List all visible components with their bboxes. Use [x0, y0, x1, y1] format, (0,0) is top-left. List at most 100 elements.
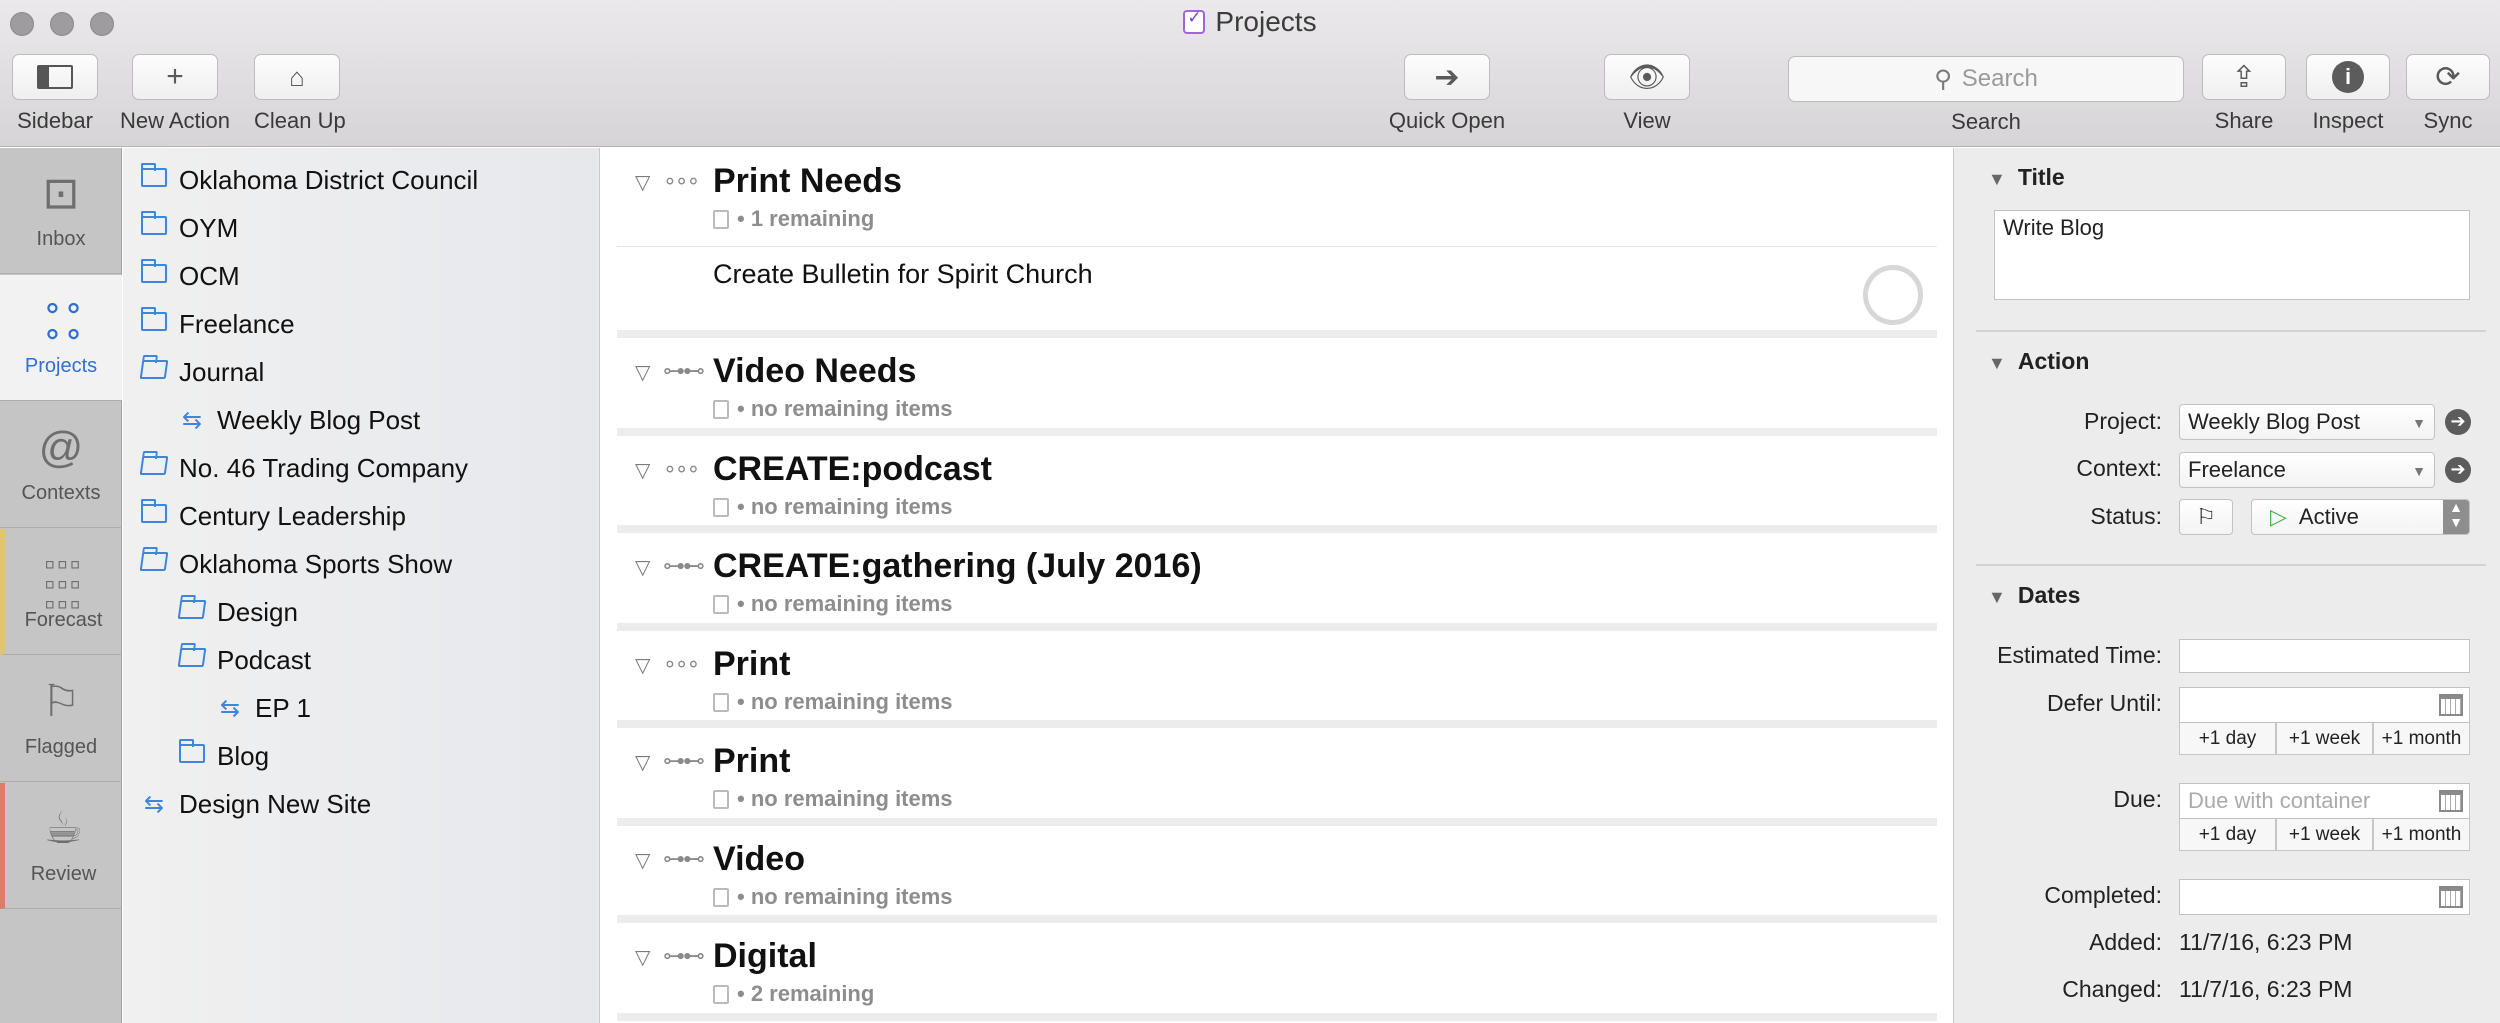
disclosure-triangle-icon[interactable]: ▼ [1988, 353, 2006, 374]
action-title[interactable]: Create Bulletin for Spirit Church [713, 259, 1093, 290]
perspective-contexts[interactable]: @ Contexts [0, 402, 122, 528]
sidebar-item-oym[interactable]: OYM [139, 208, 238, 248]
project-title[interactable]: CREATE:gathering (July 2016) [713, 547, 1202, 586]
project-row[interactable]: ▽ ∘∘∘ CREATE:podcast • no remaining item… [617, 436, 1937, 533]
defer-until-field[interactable] [2179, 687, 2470, 723]
calendar-icon[interactable] [2439, 790, 2463, 812]
note-icon [713, 888, 729, 907]
project-select[interactable]: Weekly Blog Post ▼ [2179, 404, 2435, 440]
search-placeholder: Search [1961, 65, 2038, 92]
new-action[interactable]: + New Action [120, 54, 230, 134]
sidebar-item-journal[interactable]: Journal [139, 352, 264, 392]
share-button[interactable]: ⇪ [2202, 54, 2286, 100]
disclosure-triangle-icon[interactable]: ▽ [635, 750, 650, 775]
action-row[interactable]: Create Bulletin for Spirit Church [617, 246, 1937, 338]
estimated-time-field[interactable] [2179, 639, 2470, 673]
sidebar-item-weekly-blog-post[interactable]: ⇆ Weekly Blog Post [177, 400, 420, 440]
project-row[interactable]: ▽ ∘∘∘ Print Needs • 1 remaining [617, 148, 1937, 246]
completed-field[interactable] [2179, 879, 2470, 915]
project-title[interactable]: Print [713, 742, 790, 781]
project-title[interactable]: Print [713, 645, 790, 684]
sidebar-item-ocm[interactable]: OCM [139, 256, 240, 296]
project-title[interactable]: Video [713, 840, 805, 879]
sequential-project-icon: ⊶⊷ [663, 358, 705, 383]
view-label: View [1623, 108, 1671, 133]
project-row[interactable]: ▽ ⊶⊷ CREATE:gathering (July 2016) • no r… [617, 533, 1937, 631]
sidebar-item-design[interactable]: Design [177, 592, 298, 632]
disclosure-triangle-icon[interactable]: ▽ [635, 945, 650, 970]
project-row[interactable]: ▽ ⊶⊷ Digital • 2 remaining [617, 923, 1937, 1021]
sync[interactable]: ⟳ Sync [2406, 54, 2490, 134]
go-to-context-icon[interactable]: ➔ [2445, 457, 2471, 483]
sidebar-item-blog[interactable]: Blog [177, 736, 269, 776]
calendar-icon[interactable] [2439, 694, 2463, 716]
clean-up[interactable]: ⌂ Clean Up [254, 54, 346, 134]
project-title[interactable]: Video Needs [713, 352, 916, 391]
sidebar-toggle[interactable]: Sidebar [12, 54, 98, 134]
disclosure-triangle-icon[interactable]: ▽ [635, 360, 650, 385]
quick-open[interactable]: ➔ Quick Open [1389, 54, 1505, 134]
sidebar-item-design-new-site[interactable]: ⇆ Design New Site [139, 784, 371, 824]
dates-section-header[interactable]: ▼ Dates [1988, 582, 2080, 609]
project-title[interactable]: Print Needs [713, 162, 902, 201]
disclosure-triangle-icon[interactable]: ▽ [635, 848, 650, 873]
disclosure-triangle-icon[interactable]: ▽ [635, 458, 650, 483]
sidebar-item-freelance[interactable]: Freelance [139, 304, 295, 344]
disclosure-triangle-icon[interactable]: ▼ [1988, 587, 2006, 608]
due-plus-day-button[interactable]: +1 day [2179, 819, 2276, 851]
inspect-button[interactable]: i [2306, 54, 2390, 100]
disclosure-triangle-icon[interactable]: ▽ [635, 170, 650, 195]
sidebar-item-century-leadership[interactable]: Century Leadership [139, 496, 406, 536]
perspective-forecast[interactable]: ▫▫▫ ▫▫▫ ▫▫▫ Forecast [0, 529, 122, 655]
go-to-project-icon[interactable]: ➔ [2445, 409, 2471, 435]
action-section-header[interactable]: ▼ Action [1988, 348, 2089, 375]
sidebar-item-oklahoma-sports-show[interactable]: Oklahoma Sports Show [139, 544, 452, 584]
project-sidebar: Oklahoma District Council OYM OCM Freela… [123, 148, 600, 1023]
new-action-button[interactable]: + [132, 54, 218, 100]
quick-open-button[interactable]: ➔ [1404, 54, 1490, 100]
view[interactable]: 👁 View [1604, 54, 1690, 134]
status-select[interactable]: ▷ Active ▲ ▼ [2251, 499, 2470, 535]
share[interactable]: ⇪ Share [2202, 54, 2286, 134]
title-section-header[interactable]: ▼ Title [1988, 164, 2065, 191]
inspect[interactable]: i Inspect [2306, 54, 2390, 134]
project-row[interactable]: ▽ ⊶⊷ Print • no remaining items [617, 728, 1937, 826]
arrow-right-icon: ➔ [1434, 60, 1460, 94]
sidebar-item-no-46-trading-company[interactable]: No. 46 Trading Company [139, 448, 468, 488]
sidebar-item-ep-1[interactable]: ⇆ EP 1 [215, 688, 311, 728]
flag-toggle-button[interactable]: ⚐ [2179, 499, 2233, 535]
project-row[interactable]: ▽ ∘∘∘ Print • no remaining items [617, 631, 1937, 728]
due-label: Due: [2113, 786, 2162, 812]
perspective-review[interactable]: ☕ Review [0, 783, 122, 909]
sidebar-item-oklahoma-district-council[interactable]: Oklahoma District Council [139, 160, 478, 200]
project-row[interactable]: ▽ ⊶⊷ Video • no remaining items [617, 826, 1937, 923]
due-plus-week-button[interactable]: +1 week [2276, 819, 2373, 851]
perspective-projects[interactable]: ⚬⚬ ⚬⚬ Projects [0, 275, 122, 401]
context-select[interactable]: Freelance ▼ [2179, 452, 2435, 488]
defer-plus-day-button[interactable]: +1 day [2179, 723, 2276, 755]
due-field[interactable]: Due with container [2179, 783, 2470, 819]
sync-button[interactable]: ⟳ [2406, 54, 2490, 100]
disclosure-triangle-icon[interactable]: ▽ [635, 653, 650, 678]
clean-up-button[interactable]: ⌂ [254, 54, 340, 100]
project-title[interactable]: CREATE:podcast [713, 450, 992, 489]
perspective-flagged[interactable]: ⚐ Flagged [0, 656, 122, 782]
disclosure-triangle-icon[interactable]: ▼ [1988, 169, 2006, 190]
project-remaining: • no remaining items [713, 494, 953, 520]
defer-plus-month-button[interactable]: +1 month [2373, 723, 2470, 755]
sidebar-item-podcast[interactable]: Podcast [177, 640, 311, 680]
search-input[interactable]: ⚲ Search [1788, 56, 2184, 102]
view-button[interactable]: 👁 [1604, 54, 1690, 100]
new-action-label: New Action [119, 108, 231, 133]
sidebar-toggle-button[interactable] [12, 54, 98, 100]
defer-plus-week-button[interactable]: +1 week [2276, 723, 2373, 755]
disclosure-triangle-icon[interactable]: ▽ [635, 555, 650, 580]
status-circle-icon[interactable] [1863, 265, 1923, 325]
open-folder-icon [139, 358, 169, 386]
project-row[interactable]: ▽ ⊶⊷ Video Needs • no remaining items [617, 338, 1937, 436]
perspective-inbox[interactable]: ⊡ Inbox [0, 148, 122, 274]
calendar-icon[interactable] [2439, 886, 2463, 908]
project-title[interactable]: Digital [713, 937, 817, 976]
due-plus-month-button[interactable]: +1 month [2373, 819, 2470, 851]
title-field[interactable]: Write Blog [1994, 210, 2470, 300]
